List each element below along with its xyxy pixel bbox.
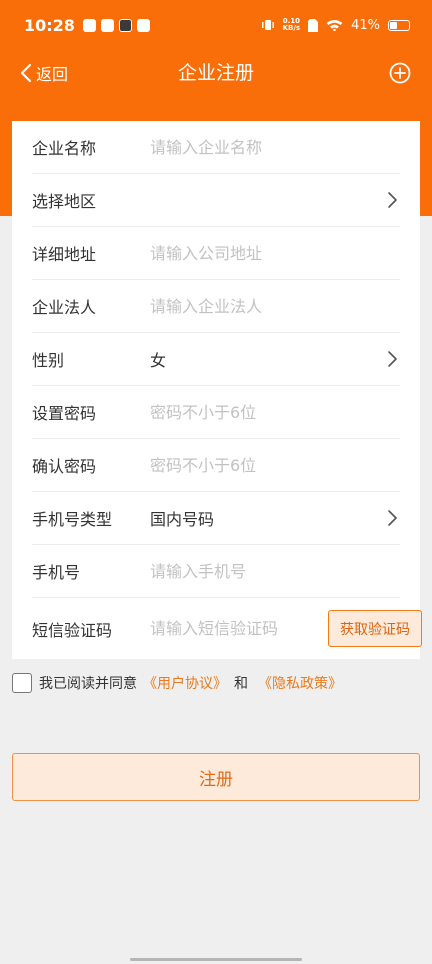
mail-icon <box>100 18 114 32</box>
confirm-password-input[interactable] <box>150 455 400 475</box>
get-code-button[interactable]: 获取验证码 <box>328 610 422 647</box>
sms-code-label: 短信验证码 <box>32 620 113 640</box>
network-speed: 0.10 KB/s <box>282 17 301 32</box>
gender-label: 性别 <box>32 351 65 370</box>
set-password-label: 设置密码 <box>32 404 97 423</box>
registration-form: 企业名称 选择地区 详细地址 企业法人 性别 女 设置密码 确认密码 手机号类型… <box>12 121 422 659</box>
chevron-right-icon <box>388 351 397 367</box>
sms-code-row: 短信验证码 获取验证码 <box>32 598 422 659</box>
page-title: 企业注册 <box>177 62 254 84</box>
status-time: 10:28 <box>24 15 75 35</box>
privacy-policy-link[interactable]: 《隐私政策》 <box>258 673 342 693</box>
legal-person-input[interactable] <box>150 296 400 316</box>
battery-icon <box>388 19 410 31</box>
notification-icons <box>82 18 150 32</box>
sim-icon <box>308 18 319 32</box>
status-bar: 10:28 0.10 KB/s 41% <box>0 0 432 50</box>
address-label: 详细地址 <box>32 245 97 264</box>
agreement-row: 我已阅读并同意 《用户协议》 和 《隐私政策》 <box>12 672 345 694</box>
gender-value: 女 <box>150 351 167 370</box>
plus-circle-icon[interactable] <box>389 62 411 84</box>
agreement-prefix: 我已阅读并同意 <box>39 676 137 692</box>
sms-code-input[interactable] <box>150 619 328 638</box>
confirm-password-label: 确认密码 <box>32 457 97 476</box>
user-agreement-link[interactable]: 《用户协议》 <box>143 673 227 693</box>
wifi-icon <box>326 20 343 31</box>
set-password-input[interactable] <box>150 402 400 422</box>
legal-person-row: 企业法人 <box>32 280 400 333</box>
gender-row[interactable]: 性别 女 <box>32 333 400 386</box>
video-app-icon <box>118 18 132 32</box>
phone-type-label: 手机号类型 <box>32 510 113 529</box>
app-notification-icon <box>82 18 96 32</box>
phone-label: 手机号 <box>32 563 81 582</box>
chevron-right-icon <box>388 510 397 526</box>
chat-app-icon <box>136 18 150 32</box>
address-row: 详细地址 <box>32 227 400 280</box>
phone-type-row[interactable]: 手机号类型 国内号码 <box>32 492 400 545</box>
phone-type-value: 国内号码 <box>150 510 215 529</box>
register-button[interactable]: 注册 <box>12 753 420 801</box>
address-input[interactable] <box>150 243 400 263</box>
battery-percent: 41% <box>351 17 380 33</box>
company-name-input[interactable] <box>150 137 400 157</box>
phone-row: 手机号 <box>32 545 400 598</box>
battery-fill <box>390 21 397 29</box>
agreement-checkbox[interactable] <box>12 673 32 693</box>
region-label: 选择地区 <box>32 192 97 211</box>
company-name-label: 企业名称 <box>32 139 97 158</box>
region-row[interactable]: 选择地区 <box>32 174 400 227</box>
set-password-row: 设置密码 <box>32 386 400 439</box>
agreement-and: 和 <box>234 676 248 692</box>
confirm-password-row: 确认密码 <box>32 439 400 492</box>
company-name-row: 企业名称 <box>32 121 400 174</box>
home-indicator[interactable] <box>130 958 302 961</box>
system-status: 0.10 KB/s 41% <box>261 18 410 33</box>
legal-person-label: 企业法人 <box>32 298 97 317</box>
nav-header: 返回 企业注册 <box>0 50 432 96</box>
phone-input[interactable] <box>150 561 400 581</box>
chevron-right-icon <box>388 192 397 208</box>
vibrate-icon <box>261 20 274 30</box>
